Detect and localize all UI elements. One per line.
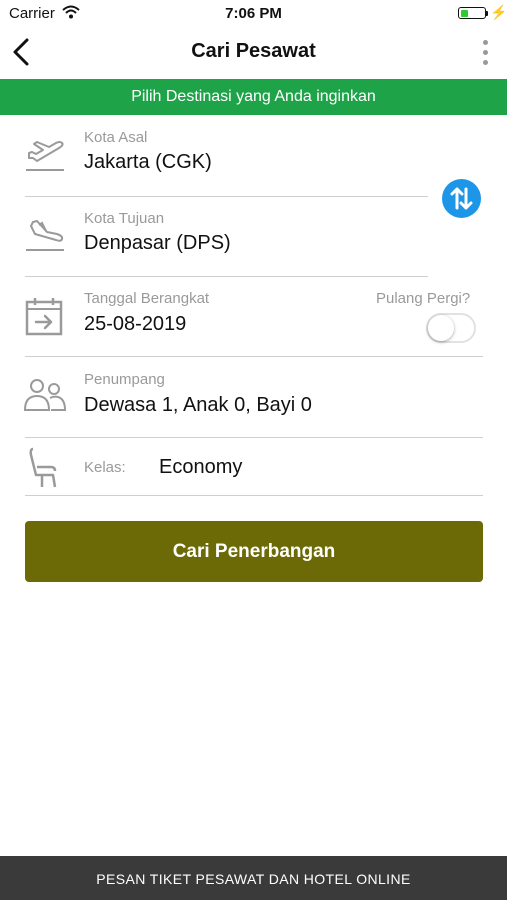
page-title: Cari Pesawat [191, 40, 316, 62]
calendar-icon [25, 298, 63, 336]
passengers-icon [23, 379, 67, 411]
origin-field[interactable]: Kota Asal Jakarta (CGK) [0, 118, 430, 196]
swap-cities-button[interactable] [442, 179, 481, 218]
destination-divider [25, 276, 428, 277]
status-bar: Carrier 7:06 PM ⚡ [0, 0, 507, 28]
departure-date-field[interactable]: Tanggal Berangkat 25-08-2019 [0, 278, 360, 356]
charging-icon: ⚡ [490, 4, 507, 20]
destination-banner: Pilih Destinasi yang Anda inginkan [0, 79, 507, 115]
destination-field[interactable]: Kota Tujuan Denpasar (DPS) [0, 198, 430, 276]
origin-label: Kota Asal [84, 129, 148, 146]
swap-arrows-icon [450, 187, 473, 210]
class-value: Economy [159, 456, 243, 478]
class-divider [25, 495, 483, 496]
footer-banner: PESAN TIKET PESAWAT DAN HOTEL ONLINE [0, 856, 507, 900]
origin-value: Jakarta (CGK) [84, 151, 212, 173]
date-divider [25, 356, 483, 357]
round-trip-label: Pulang Pergi? [376, 290, 471, 307]
round-trip-toggle[interactable] [426, 313, 476, 343]
passengers-label: Penumpang [84, 371, 165, 388]
battery-icon [458, 7, 486, 19]
passengers-value: Dewasa 1, Anak 0, Bayi 0 [84, 394, 312, 416]
class-field[interactable]: Kelas: Economy [0, 439, 483, 495]
plane-takeoff-icon [26, 141, 64, 171]
departure-date-value: 25-08-2019 [84, 313, 187, 335]
passengers-field[interactable]: Penumpang Dewasa 1, Anak 0, Bayi 0 [0, 358, 483, 436]
destination-value: Denpasar (DPS) [84, 232, 231, 254]
passengers-divider [25, 437, 483, 438]
battery-cap [486, 11, 488, 16]
origin-divider [25, 196, 428, 197]
clock: 7:06 PM [225, 5, 282, 22]
class-label: Kelas: [84, 459, 126, 476]
more-options-icon[interactable] [480, 40, 490, 66]
plane-landing-icon [26, 220, 64, 251]
departure-date-label: Tanggal Berangkat [84, 290, 210, 307]
search-flights-button[interactable]: Cari Penerbangan [25, 521, 483, 582]
seat-icon [29, 447, 57, 488]
destination-label: Kota Tujuan [84, 210, 165, 227]
